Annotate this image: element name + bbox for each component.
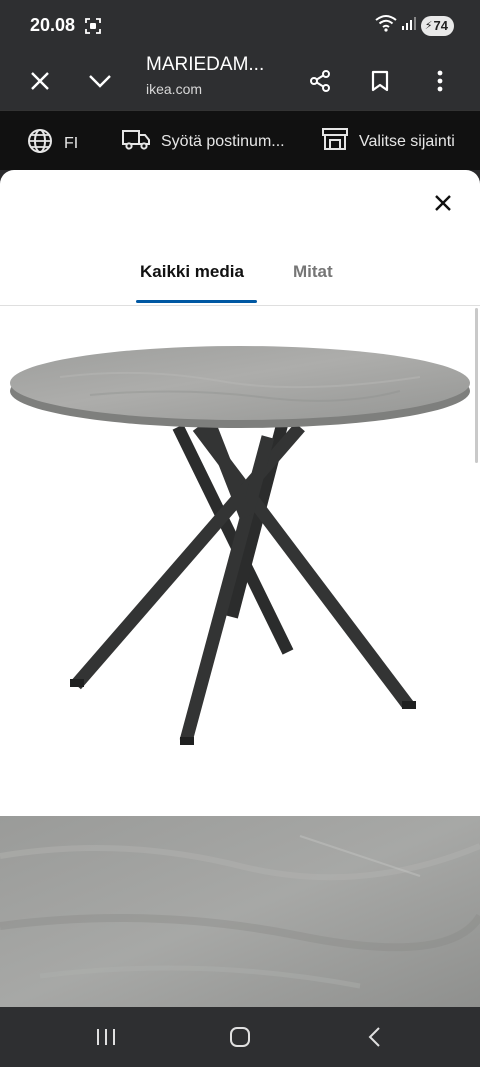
language-label: FI xyxy=(64,134,79,152)
product-image-surface[interactable] xyxy=(0,816,480,1007)
postcode-label: Syötä postinum... xyxy=(161,132,285,150)
active-tab-indicator xyxy=(136,300,257,303)
page-domain[interactable]: ikea.com xyxy=(146,81,202,97)
close-icon[interactable] xyxy=(22,63,58,99)
browser-toolbar: MARIEDAM... ikea.com xyxy=(0,52,480,110)
chevron-down-icon[interactable] xyxy=(82,63,118,99)
media-scrollbar[interactable] xyxy=(475,308,478,463)
globe-icon xyxy=(26,127,54,160)
status-icons: ⚡ 74 xyxy=(375,14,454,37)
postcode-selector[interactable]: Syötä postinum... xyxy=(121,127,285,156)
ikea-context-bar: FI Syötä postinum... Valitse sijainti xyxy=(0,110,480,170)
media-tabs: Kaikki media Mitat xyxy=(0,250,480,306)
signal-icon xyxy=(401,15,417,36)
product-image-table[interactable] xyxy=(0,307,480,816)
back-icon[interactable] xyxy=(356,1022,392,1052)
media-modal: Kaikki media Mitat xyxy=(0,170,480,1007)
tab-all-media[interactable]: Kaikki media xyxy=(140,262,244,282)
close-icon xyxy=(434,194,452,217)
share-icon[interactable] xyxy=(302,63,338,99)
battery-level: 74 xyxy=(433,18,448,33)
tab-dimensions[interactable]: Mitat xyxy=(293,262,333,282)
home-icon[interactable] xyxy=(222,1022,258,1052)
status-time: 20.08 xyxy=(30,15,76,35)
recent-apps-icon[interactable] xyxy=(88,1022,124,1052)
screen-record-icon xyxy=(84,17,102,35)
store-label: Valitse sijainti xyxy=(359,132,455,150)
store-icon xyxy=(321,127,349,156)
modal-close-button[interactable] xyxy=(428,190,458,220)
delivery-truck-icon xyxy=(121,127,151,156)
language-selector[interactable]: FI xyxy=(26,127,78,160)
battery-indicator: ⚡ 74 xyxy=(420,15,454,36)
charging-icon: ⚡ xyxy=(424,20,433,32)
bookmark-icon[interactable] xyxy=(362,63,398,99)
system-nav-bar xyxy=(0,1007,480,1067)
page-title[interactable]: MARIEDAM... xyxy=(146,54,264,76)
store-selector[interactable]: Valitse sijainti xyxy=(321,127,455,156)
wifi-icon xyxy=(375,14,397,37)
more-vert-icon[interactable] xyxy=(422,63,458,99)
status-bar: 20.08 ⚡ 74 xyxy=(0,0,480,52)
